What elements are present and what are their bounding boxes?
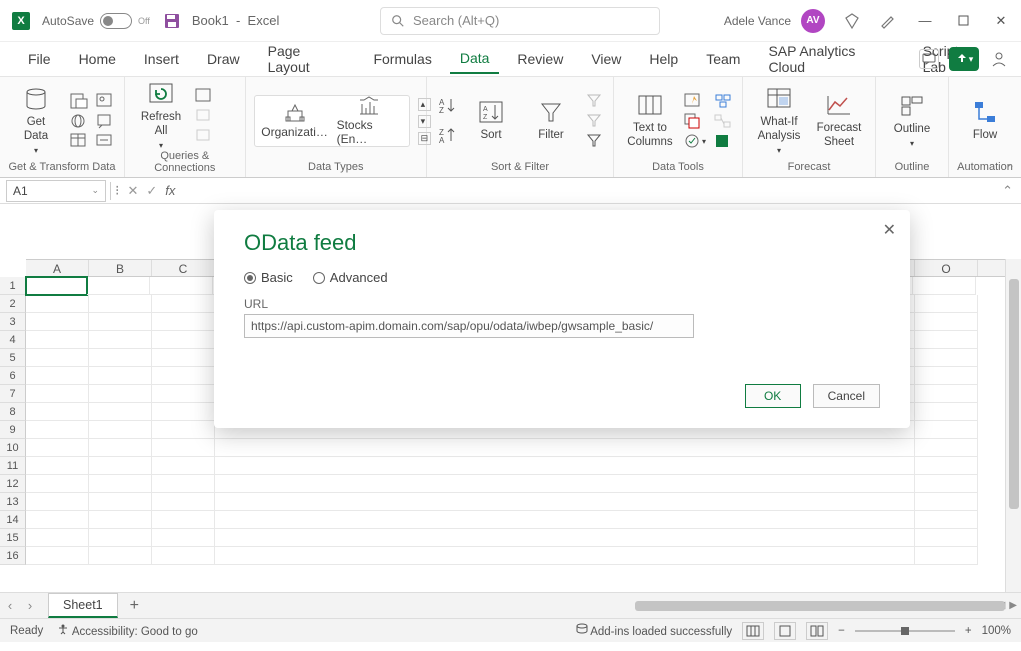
url-input[interactable]	[244, 314, 694, 338]
radio-basic[interactable]: Basic	[244, 270, 293, 285]
dialog-overlay: ✕ OData feed Basic Advanced URL OK Cance…	[0, 0, 1021, 651]
cancel-button[interactable]: Cancel	[813, 384, 880, 408]
odata-feed-dialog: ✕ OData feed Basic Advanced URL OK Cance…	[214, 210, 910, 428]
url-label: URL	[244, 297, 880, 311]
ok-button[interactable]: OK	[745, 384, 801, 408]
dialog-title: OData feed	[244, 230, 880, 256]
dialog-close-button[interactable]: ✕	[883, 220, 896, 240]
radio-advanced[interactable]: Advanced	[313, 270, 388, 285]
